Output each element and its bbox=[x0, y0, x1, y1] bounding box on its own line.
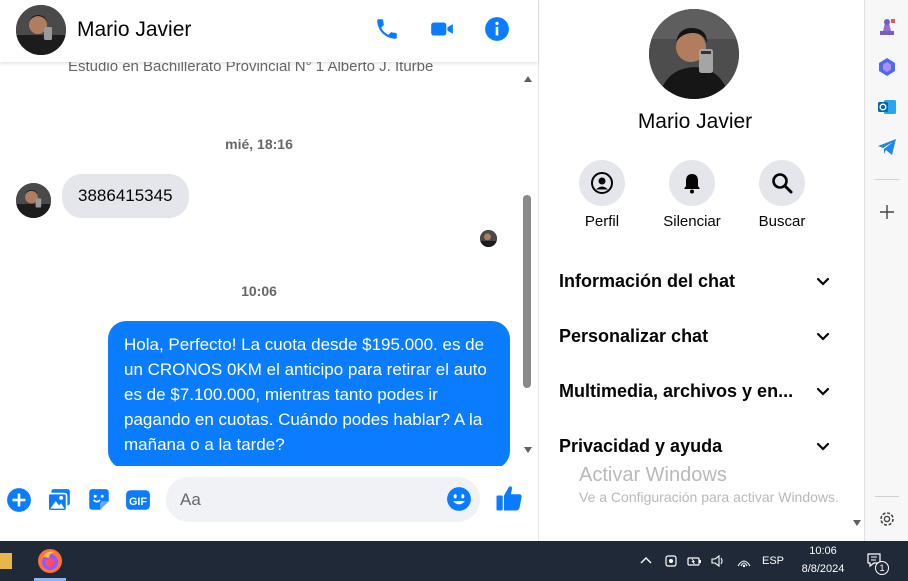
profile-action-circle[interactable] bbox=[579, 160, 625, 206]
windows-taskbar: ESP 10:06 8/8/2024 1 bbox=[0, 541, 908, 581]
panel-contact-name: Mario Javier bbox=[637, 110, 753, 133]
outgoing-message-bubble[interactable]: Hola, Perfecto! La cuota desde $195.000.… bbox=[108, 321, 510, 466]
incoming-message-bubble[interactable]: 3886415345 bbox=[62, 174, 189, 218]
settings-icon[interactable] bbox=[877, 509, 897, 529]
more-actions-button[interactable] bbox=[5, 486, 33, 514]
file-explorer-icon[interactable] bbox=[0, 553, 12, 569]
sticker-icon bbox=[89, 489, 109, 510]
search-action-circle[interactable] bbox=[759, 160, 805, 206]
search-action-label: Buscar bbox=[758, 213, 806, 230]
scroll-thumb[interactable] bbox=[523, 195, 531, 388]
section-chat-info[interactable]: Información del chat bbox=[559, 259, 831, 303]
copilot-icon[interactable] bbox=[877, 57, 897, 77]
image-icon bbox=[47, 489, 70, 512]
voice-call-button[interactable] bbox=[373, 15, 401, 43]
scroll-up-arrow-icon[interactable] bbox=[524, 76, 532, 82]
emoji-button[interactable] bbox=[446, 486, 472, 512]
sidebar-divider bbox=[875, 496, 899, 497]
video-call-button[interactable] bbox=[428, 15, 456, 43]
profile-action-label: Perfil bbox=[584, 213, 620, 230]
search-icon bbox=[772, 173, 793, 194]
chevron-down-icon bbox=[816, 387, 830, 396]
thumbs-up-icon bbox=[496, 486, 522, 511]
conversation-details-panel: Mario Javier Perfil Silenciar Buscar Inf… bbox=[538, 0, 861, 541]
section-customize-chat[interactable]: Personalizar chat bbox=[559, 314, 831, 358]
message-list[interactable]: Estudió en Bachillerato Provincial N° 1 … bbox=[0, 62, 538, 466]
search-action-button[interactable]: Buscar bbox=[737, 160, 827, 230]
profile-icon bbox=[591, 172, 613, 194]
chess-icon[interactable] bbox=[877, 17, 897, 37]
attach-image-button[interactable] bbox=[45, 486, 73, 514]
messenger-window: Mario Javier Estudió en Bachillerato Pro… bbox=[0, 0, 908, 541]
seen-indicator-avatar bbox=[480, 230, 497, 247]
volume-icon[interactable] bbox=[710, 553, 726, 569]
wifi-icon[interactable] bbox=[736, 553, 752, 569]
section-label: Privacidad y ayuda bbox=[559, 435, 723, 456]
svg-text:GIF: GIF bbox=[129, 496, 147, 508]
clock-date[interactable]: 8/8/2024 bbox=[796, 563, 850, 575]
telegram-icon[interactable] bbox=[877, 137, 897, 157]
contact-profile-avatar[interactable] bbox=[649, 9, 739, 99]
chevron-down-icon bbox=[816, 442, 830, 451]
plus-circle-icon bbox=[7, 488, 31, 512]
section-label: Personalizar chat bbox=[559, 325, 709, 346]
video-camera-icon bbox=[431, 22, 453, 36]
section-label: Multimedia, archivos y en... bbox=[559, 380, 794, 401]
message-scrollbar[interactable] bbox=[519, 62, 538, 466]
browser-sidebar bbox=[864, 0, 908, 541]
gif-button[interactable]: GIF bbox=[124, 486, 152, 514]
message-input[interactable] bbox=[166, 477, 480, 522]
chat-pane: Mario Javier Estudió en Bachillerato Pro… bbox=[0, 0, 538, 541]
message-timestamp: mié, 18:16 bbox=[225, 136, 293, 152]
scroll-down-arrow-icon[interactable] bbox=[524, 447, 532, 453]
message-timestamp: 10:06 bbox=[241, 283, 277, 299]
section-privacy-support[interactable]: Privacidad y ayuda bbox=[559, 424, 831, 468]
phone-icon bbox=[377, 19, 397, 39]
sidebar-divider bbox=[875, 179, 899, 180]
chevron-down-icon bbox=[816, 332, 830, 341]
chevron-down-icon bbox=[816, 277, 830, 286]
clock-time[interactable]: 10:06 bbox=[800, 545, 846, 557]
sender-avatar[interactable] bbox=[16, 183, 51, 218]
bell-icon bbox=[684, 174, 700, 194]
panel-scroll-down-arrow-icon[interactable] bbox=[853, 520, 861, 526]
mute-action-label: Silenciar bbox=[663, 213, 721, 230]
gif-icon: GIF bbox=[126, 490, 150, 510]
input-language[interactable]: ESP bbox=[762, 555, 784, 567]
activate-windows-subtitle: Ve a Configuración para activar Windows. bbox=[579, 489, 839, 505]
profile-education-text: Estudió en Bachillerato Provincial N° 1 … bbox=[68, 62, 434, 75]
mute-action-circle[interactable] bbox=[669, 160, 715, 206]
info-icon bbox=[485, 17, 509, 41]
chevron-up-icon[interactable] bbox=[638, 553, 654, 569]
message-composer: GIF bbox=[0, 466, 538, 536]
outlook-icon[interactable] bbox=[877, 97, 897, 117]
chat-header: Mario Javier bbox=[0, 0, 538, 62]
contact-name[interactable]: Mario Javier bbox=[77, 18, 191, 42]
emoji-icon bbox=[447, 487, 471, 511]
sticker-button[interactable] bbox=[85, 486, 113, 514]
section-media-files[interactable]: Multimedia, archivos y en... bbox=[559, 369, 831, 413]
section-label: Información del chat bbox=[559, 270, 736, 291]
contact-avatar[interactable] bbox=[16, 5, 66, 55]
meet-now-icon[interactable] bbox=[663, 553, 679, 569]
conversation-info-button[interactable] bbox=[483, 15, 511, 43]
mute-action-button[interactable]: Silenciar bbox=[647, 160, 737, 230]
send-like-button[interactable] bbox=[494, 483, 524, 513]
profile-action-button[interactable]: Perfil bbox=[557, 160, 647, 230]
battery-icon[interactable] bbox=[686, 553, 702, 569]
firefox-icon[interactable] bbox=[37, 548, 63, 574]
activate-windows-title: Activar Windows bbox=[579, 464, 727, 486]
add-icon[interactable] bbox=[877, 202, 897, 222]
notification-count-badge: 1 bbox=[875, 561, 889, 575]
